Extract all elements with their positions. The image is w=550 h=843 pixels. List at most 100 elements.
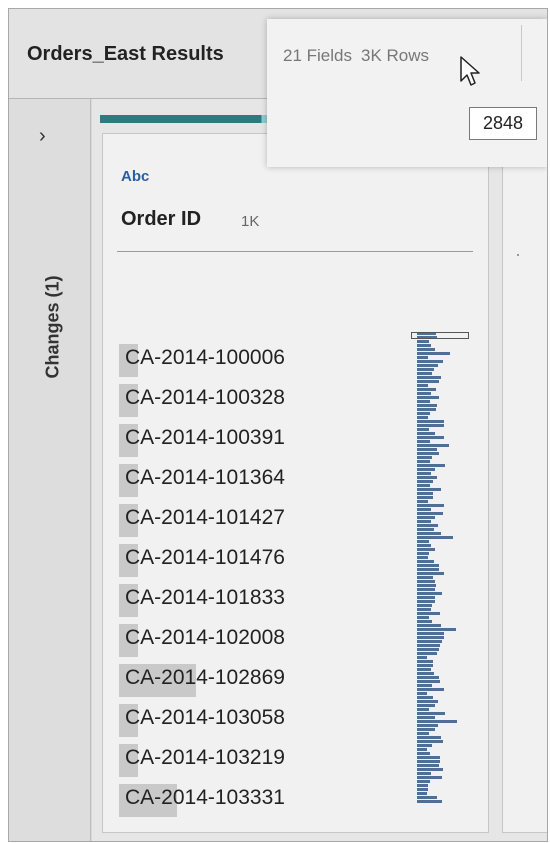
rows-count[interactable]: 3K Rows [361, 46, 429, 65]
histogram-bar [417, 716, 435, 719]
histogram-bar [417, 544, 431, 547]
histogram-bar [417, 588, 435, 591]
histogram-bar [417, 396, 439, 399]
histogram-bar [417, 420, 444, 423]
histogram-bar [417, 788, 428, 791]
value-label: CA-2014-101476 [125, 546, 285, 569]
histogram-bar [417, 368, 434, 371]
histogram-bar [417, 480, 433, 483]
histogram-bar [417, 632, 444, 635]
data-type-label[interactable]: Abc [121, 168, 149, 185]
histogram-bar [417, 392, 431, 395]
value-label: CA-2014-100006 [125, 346, 285, 369]
histogram-bar [417, 500, 428, 503]
histogram-bar [417, 540, 429, 543]
value-row[interactable]: CA-2014-101427 [119, 499, 319, 539]
changes-label[interactable]: Changes (1) [43, 275, 64, 378]
histogram-bar [417, 644, 440, 647]
histogram-bar [417, 356, 428, 359]
value-row[interactable]: CA-2014-101364 [119, 459, 319, 499]
histogram-bar [417, 520, 431, 523]
value-row[interactable]: CA-2014-103219 [119, 739, 319, 779]
histogram-bar [417, 600, 435, 603]
histogram-bar [417, 704, 435, 707]
histogram-bar [417, 508, 431, 511]
histogram-bar [417, 796, 437, 799]
histogram-bar [417, 464, 445, 467]
histogram-bar [417, 648, 439, 651]
field-profile-card: Abc Order ID 1K CA-2014-100006 CA-2014-10… [102, 133, 489, 833]
histogram-bar [417, 784, 428, 787]
histogram-bar [417, 412, 430, 415]
histogram-bar [417, 580, 435, 583]
histogram-bar [417, 700, 438, 703]
profile-pane: Abc Order ID 1K CA-2014-100006 CA-2014-10… [92, 99, 547, 841]
histogram-bar [417, 400, 430, 403]
stats-highlight [267, 19, 547, 167]
histogram-bar [417, 504, 444, 507]
value-row[interactable]: CA-2014-100328 [119, 379, 319, 419]
histogram-bar [417, 476, 437, 479]
value-distribution-histogram[interactable] [411, 332, 471, 804]
value-row[interactable]: CA-2014-100391 [119, 419, 319, 459]
value-row[interactable]: CA-2014-101476 [119, 539, 319, 579]
chevron-right-icon[interactable]: › [39, 125, 46, 148]
value-label: CA-2014-101833 [125, 586, 285, 609]
value-row[interactable]: CA-2014-102008 [119, 619, 319, 659]
value-row[interactable]: CA-2014-103058 [119, 699, 319, 739]
histogram-bar [417, 564, 439, 567]
histogram-bar [417, 712, 445, 715]
next-field-card [502, 133, 547, 833]
histogram-bar [417, 624, 441, 627]
histogram-bar [417, 708, 429, 711]
histogram-bar [417, 424, 444, 427]
histogram-bar [417, 524, 438, 527]
value-row[interactable]: CA-2014-102869 [119, 659, 319, 699]
histogram-bar [417, 720, 457, 723]
histogram-bar [417, 436, 444, 439]
value-label: CA-2014-101364 [125, 466, 285, 489]
histogram-bar [417, 488, 441, 491]
histogram-bar [417, 604, 432, 607]
histogram-bar [417, 512, 443, 515]
changes-sidebar[interactable]: › Changes (1) [9, 99, 91, 841]
histogram-bar [417, 608, 431, 611]
value-row[interactable]: CA-2014-100006 [119, 339, 319, 379]
histogram-bar [417, 532, 441, 535]
histogram-bar [417, 612, 440, 615]
histogram-bar [417, 652, 437, 655]
histogram-bar [417, 340, 429, 343]
histogram-bar [417, 472, 431, 475]
histogram-bar [417, 776, 442, 779]
value-row[interactable]: CA-2014-101833 [119, 579, 319, 619]
histogram-bar [417, 468, 435, 471]
histogram-bar [417, 576, 433, 579]
histogram-bar [417, 484, 430, 487]
value-label: CA-2014-102869 [125, 666, 285, 689]
histogram-bar [417, 748, 427, 751]
value-list: CA-2014-100006 CA-2014-100328 CA-2014-1003… [119, 339, 319, 819]
histogram-bar [417, 756, 440, 759]
histogram-bar [417, 616, 429, 619]
histogram-viewport-frame [411, 332, 469, 339]
field-header-divider [117, 251, 473, 252]
histogram-bar [417, 456, 432, 459]
histogram-bar [417, 548, 435, 551]
histogram-bar [417, 596, 435, 599]
histogram-bar [417, 452, 439, 455]
histogram-bar [417, 792, 427, 795]
histogram-bar [417, 560, 434, 563]
value-row[interactable]: CA-2014-103331 [119, 779, 319, 819]
histogram-bar [417, 764, 439, 767]
results-title: Orders_East Results [27, 43, 224, 65]
histogram-bar [417, 408, 436, 411]
field-name[interactable]: Order ID [121, 208, 201, 231]
histogram-bar [417, 724, 438, 727]
histogram-bar [417, 620, 432, 623]
histogram-bar [417, 440, 430, 443]
histogram-bar [417, 448, 437, 451]
histogram-bar [417, 660, 433, 663]
histogram-bar [417, 728, 435, 731]
value-label: CA-2014-103219 [125, 746, 285, 769]
histogram-bar [417, 492, 433, 495]
